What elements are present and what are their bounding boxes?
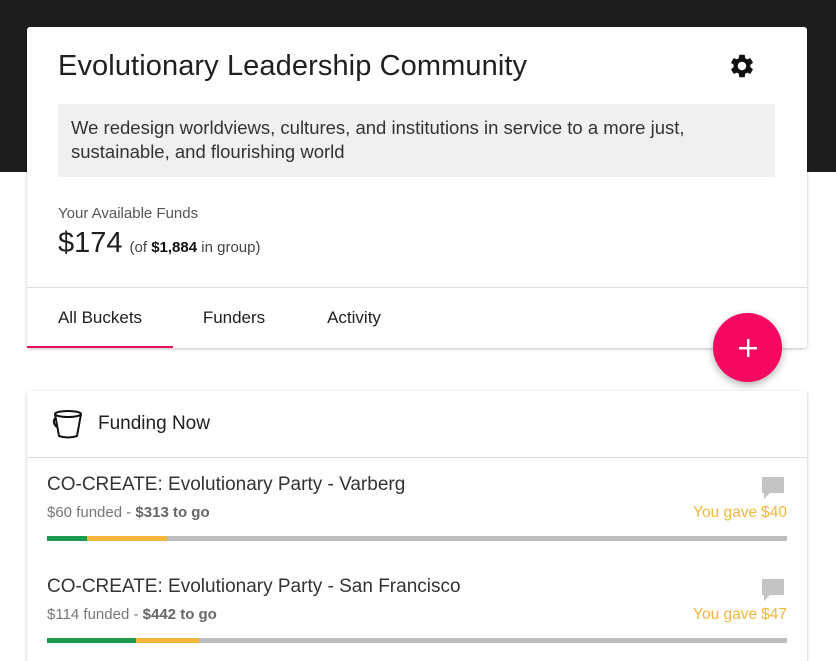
group-total-text: (of $1,884 in group) xyxy=(130,239,261,256)
you-gave: You gave $40 xyxy=(689,504,787,522)
bucket-item[interactable]: CO-CREATE: Evolutionary Party - San Fran… xyxy=(27,561,807,661)
bucket-title: CO-CREATE: Evolutionary Party - Varberg xyxy=(47,474,406,495)
bucket-item[interactable]: CO-CREATE: Evolutionary Party - Varberg … xyxy=(27,459,807,559)
progress-bar xyxy=(47,536,787,541)
progress-funded xyxy=(47,536,87,541)
you-gave-prefix: You gave xyxy=(693,606,758,623)
you-gave-prefix: You gave xyxy=(693,504,758,521)
group-total-prefix: (of xyxy=(129,239,148,256)
progress-pledged xyxy=(135,638,199,643)
bucket-to-go: $442 to go xyxy=(142,606,217,623)
settings-button[interactable] xyxy=(727,51,757,81)
tab-activity[interactable]: Activity xyxy=(295,288,413,348)
bucket-funded-amount: $114 funded xyxy=(47,606,130,623)
bucket-title: CO-CREATE: Evolutionary Party - San Fran… xyxy=(47,576,461,597)
group-card: Evolutionary Leadership Community We red… xyxy=(27,27,807,348)
funding-now-title: Funding Now xyxy=(98,413,210,434)
bucket-funded-amount: $60 funded xyxy=(47,504,123,521)
funding-now-header: Funding Now xyxy=(27,391,807,458)
group-total-suffix: in group) xyxy=(201,239,261,256)
funding-now-card: Funding Now CO-CREATE: Evolutionary Part… xyxy=(27,391,807,661)
available-funds-label: Your Available Funds xyxy=(58,205,199,222)
group-description: We redesign worldviews, cultures, and in… xyxy=(58,104,775,177)
bucket-funding-status: $114 funded - $442 to go xyxy=(47,606,217,623)
available-funds-amount: $174 xyxy=(58,227,123,259)
available-funds: $174 (of $1,884 in group) xyxy=(58,227,260,260)
group-title: Evolutionary Leadership Community xyxy=(58,50,528,82)
progress-pledged xyxy=(86,536,167,541)
tab-funders[interactable]: Funders xyxy=(173,288,295,348)
comment-icon xyxy=(762,579,784,601)
separator: - xyxy=(122,504,136,521)
you-gave: You gave $47 xyxy=(689,606,787,624)
tab-all-buckets[interactable]: All Buckets xyxy=(27,288,173,348)
bucket-to-go: $313 to go xyxy=(135,504,210,521)
tab-bar: All Buckets Funders Activity xyxy=(27,288,413,348)
you-gave-amount: $40 xyxy=(761,504,787,521)
progress-bar xyxy=(47,638,787,643)
create-bucket-button[interactable] xyxy=(713,313,782,382)
bucket-funding-status: $60 funded - $313 to go xyxy=(47,504,210,521)
you-gave-amount: $47 xyxy=(761,606,787,623)
progress-funded xyxy=(47,638,136,643)
bucket-icon xyxy=(52,410,82,439)
plus-icon xyxy=(738,338,757,357)
separator: - xyxy=(129,606,143,623)
comment-icon xyxy=(762,477,784,499)
group-total-amount: $1,884 xyxy=(151,239,198,256)
gear-icon xyxy=(731,54,753,78)
